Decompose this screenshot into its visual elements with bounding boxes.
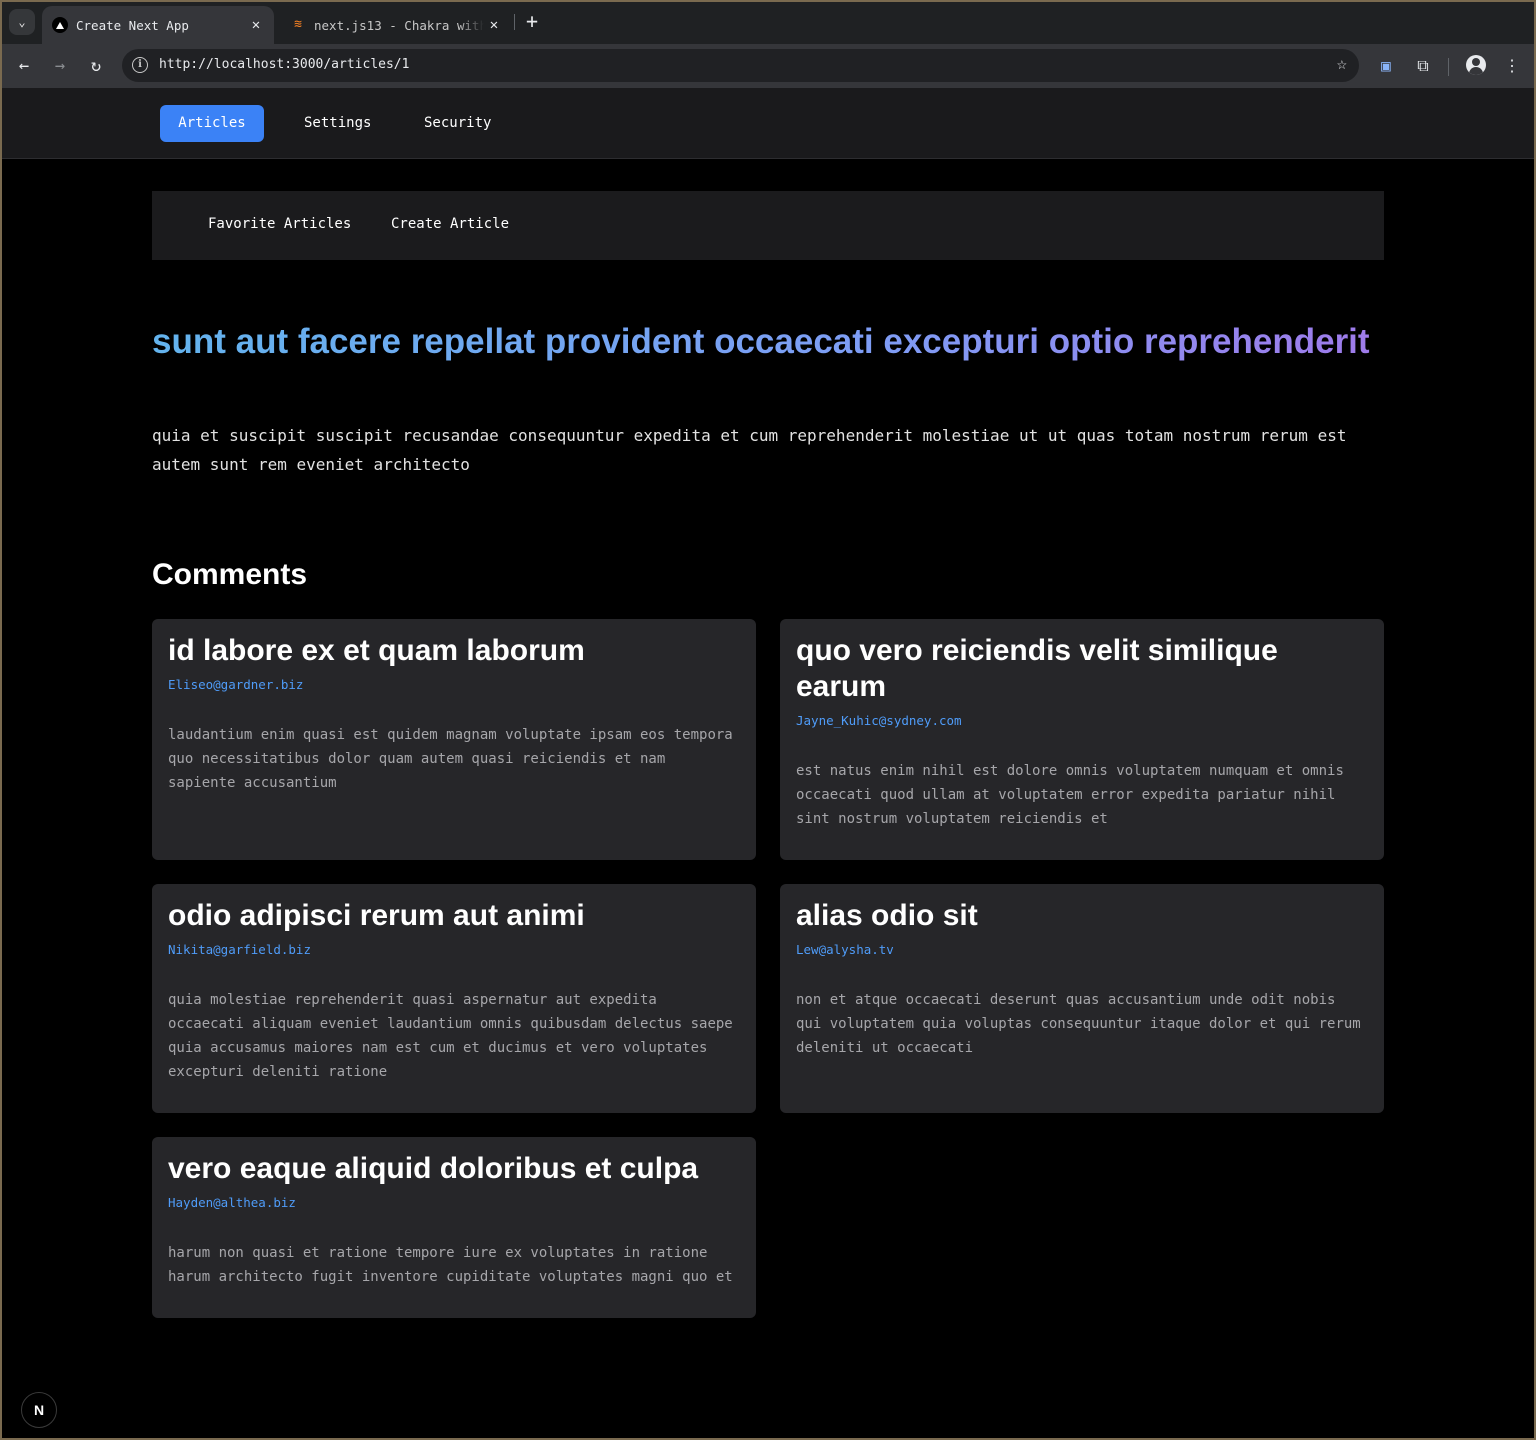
comment-title: vero eaque aliquid doloribus et culpa xyxy=(168,1152,699,1185)
close-icon[interactable]: ✕ xyxy=(484,17,504,33)
tab-create-next-app[interactable]: Create Next App ✕ xyxy=(42,6,274,44)
app-navbar: Articles Settings Security xyxy=(0,88,1536,159)
nextjs-devtools-button[interactable]: N xyxy=(21,1392,57,1428)
comment-card: id labore ex et quam laborum Eliseo@gard… xyxy=(152,619,756,860)
comment-email: Nikita@garfield.biz xyxy=(168,942,311,957)
comment-body: non et atque occaecati deserunt quas acc… xyxy=(796,992,1361,1056)
article-title: sunt aut facere repellat provident occae… xyxy=(152,322,1384,362)
profile-extension-icon[interactable]: ▣ xyxy=(1372,52,1400,80)
comment-email: Lew@alysha.tv xyxy=(796,942,894,957)
new-tab-button[interactable]: + xyxy=(520,10,544,34)
tab-title: next.js13 - Chakra with Ne xyxy=(314,17,484,33)
comment-body: est natus enim nihil est dolore omnis vo… xyxy=(796,763,1344,827)
toolbar-divider xyxy=(1448,58,1449,76)
back-icon[interactable]: ← xyxy=(10,52,38,80)
stackoverflow-favicon-icon: ≋ xyxy=(294,17,302,32)
extensions-puzzle-icon[interactable]: ⧉ xyxy=(1409,52,1437,80)
bookmark-star-icon[interactable]: ☆ xyxy=(1337,54,1347,74)
comment-email: Hayden@althea.biz xyxy=(168,1195,296,1210)
subnav-create-article[interactable]: Create Article xyxy=(391,216,509,232)
reload-icon[interactable]: ↻ xyxy=(82,52,110,80)
site-info-icon[interactable]: i xyxy=(132,57,148,73)
forward-icon[interactable]: → xyxy=(46,52,74,80)
comment-title: quo vero reiciendis velit similique earu… xyxy=(796,634,1278,703)
nav-security[interactable]: Security xyxy=(400,105,515,142)
close-icon[interactable]: ✕ xyxy=(246,17,266,33)
nav-settings[interactable]: Settings xyxy=(280,105,395,142)
nav-articles[interactable]: Articles xyxy=(160,105,264,142)
comment-body: laudantium enim quasi est quidem magnam … xyxy=(168,727,733,791)
more-menu-icon[interactable]: ⋮ xyxy=(1498,52,1526,80)
article-subnav: Favorite Articles Create Article xyxy=(152,191,1384,260)
comment-card: odio adipisci rerum aut animi Nikita@gar… xyxy=(152,884,756,1113)
comment-email: Eliseo@gardner.biz xyxy=(168,677,304,692)
comment-card: vero eaque aliquid doloribus et culpa Ha… xyxy=(152,1137,756,1318)
profile-avatar-icon[interactable] xyxy=(1466,55,1486,75)
comments-heading: Comments xyxy=(152,558,308,591)
subnav-favorite-articles[interactable]: Favorite Articles xyxy=(208,216,351,232)
comment-title: alias odio sit xyxy=(796,899,978,932)
article-body: quia et suscipit suscipit recusandae con… xyxy=(152,426,1347,474)
tab-divider xyxy=(514,14,515,30)
chevron-down-icon: ⌄ xyxy=(18,15,26,29)
comment-title: odio adipisci rerum aut animi xyxy=(168,899,585,932)
tab-search-button[interactable]: ⌄ xyxy=(9,9,35,35)
browser-toolbar: ← → ↻ i http://localhost:3000/articles/1… xyxy=(0,44,1536,88)
comment-title: id labore ex et quam laborum xyxy=(168,634,585,667)
comment-body: harum non quasi et ratione tempore iure … xyxy=(168,1245,733,1285)
tab-title: Create Next App xyxy=(76,17,189,33)
browser-tabstrip: ⌄ Create Next App ✕ ≋ next.js13 - Chakra… xyxy=(0,0,1536,44)
comment-body: quia molestiae reprehenderit quasi asper… xyxy=(168,992,733,1080)
comment-email: Jayne_Kuhic@sydney.com xyxy=(796,713,962,728)
nextjs-favicon-icon xyxy=(52,17,68,33)
comment-card: alias odio sit Lew@alysha.tv non et atqu… xyxy=(780,884,1384,1113)
tab-stackoverflow[interactable]: ≋ next.js13 - Chakra with Ne ✕ xyxy=(282,6,512,44)
url-text[interactable]: http://localhost:3000/articles/1 xyxy=(159,57,409,72)
comment-card: quo vero reiciendis velit similique earu… xyxy=(780,619,1384,860)
address-bar[interactable]: i http://localhost:3000/articles/1 ☆ xyxy=(122,49,1359,82)
